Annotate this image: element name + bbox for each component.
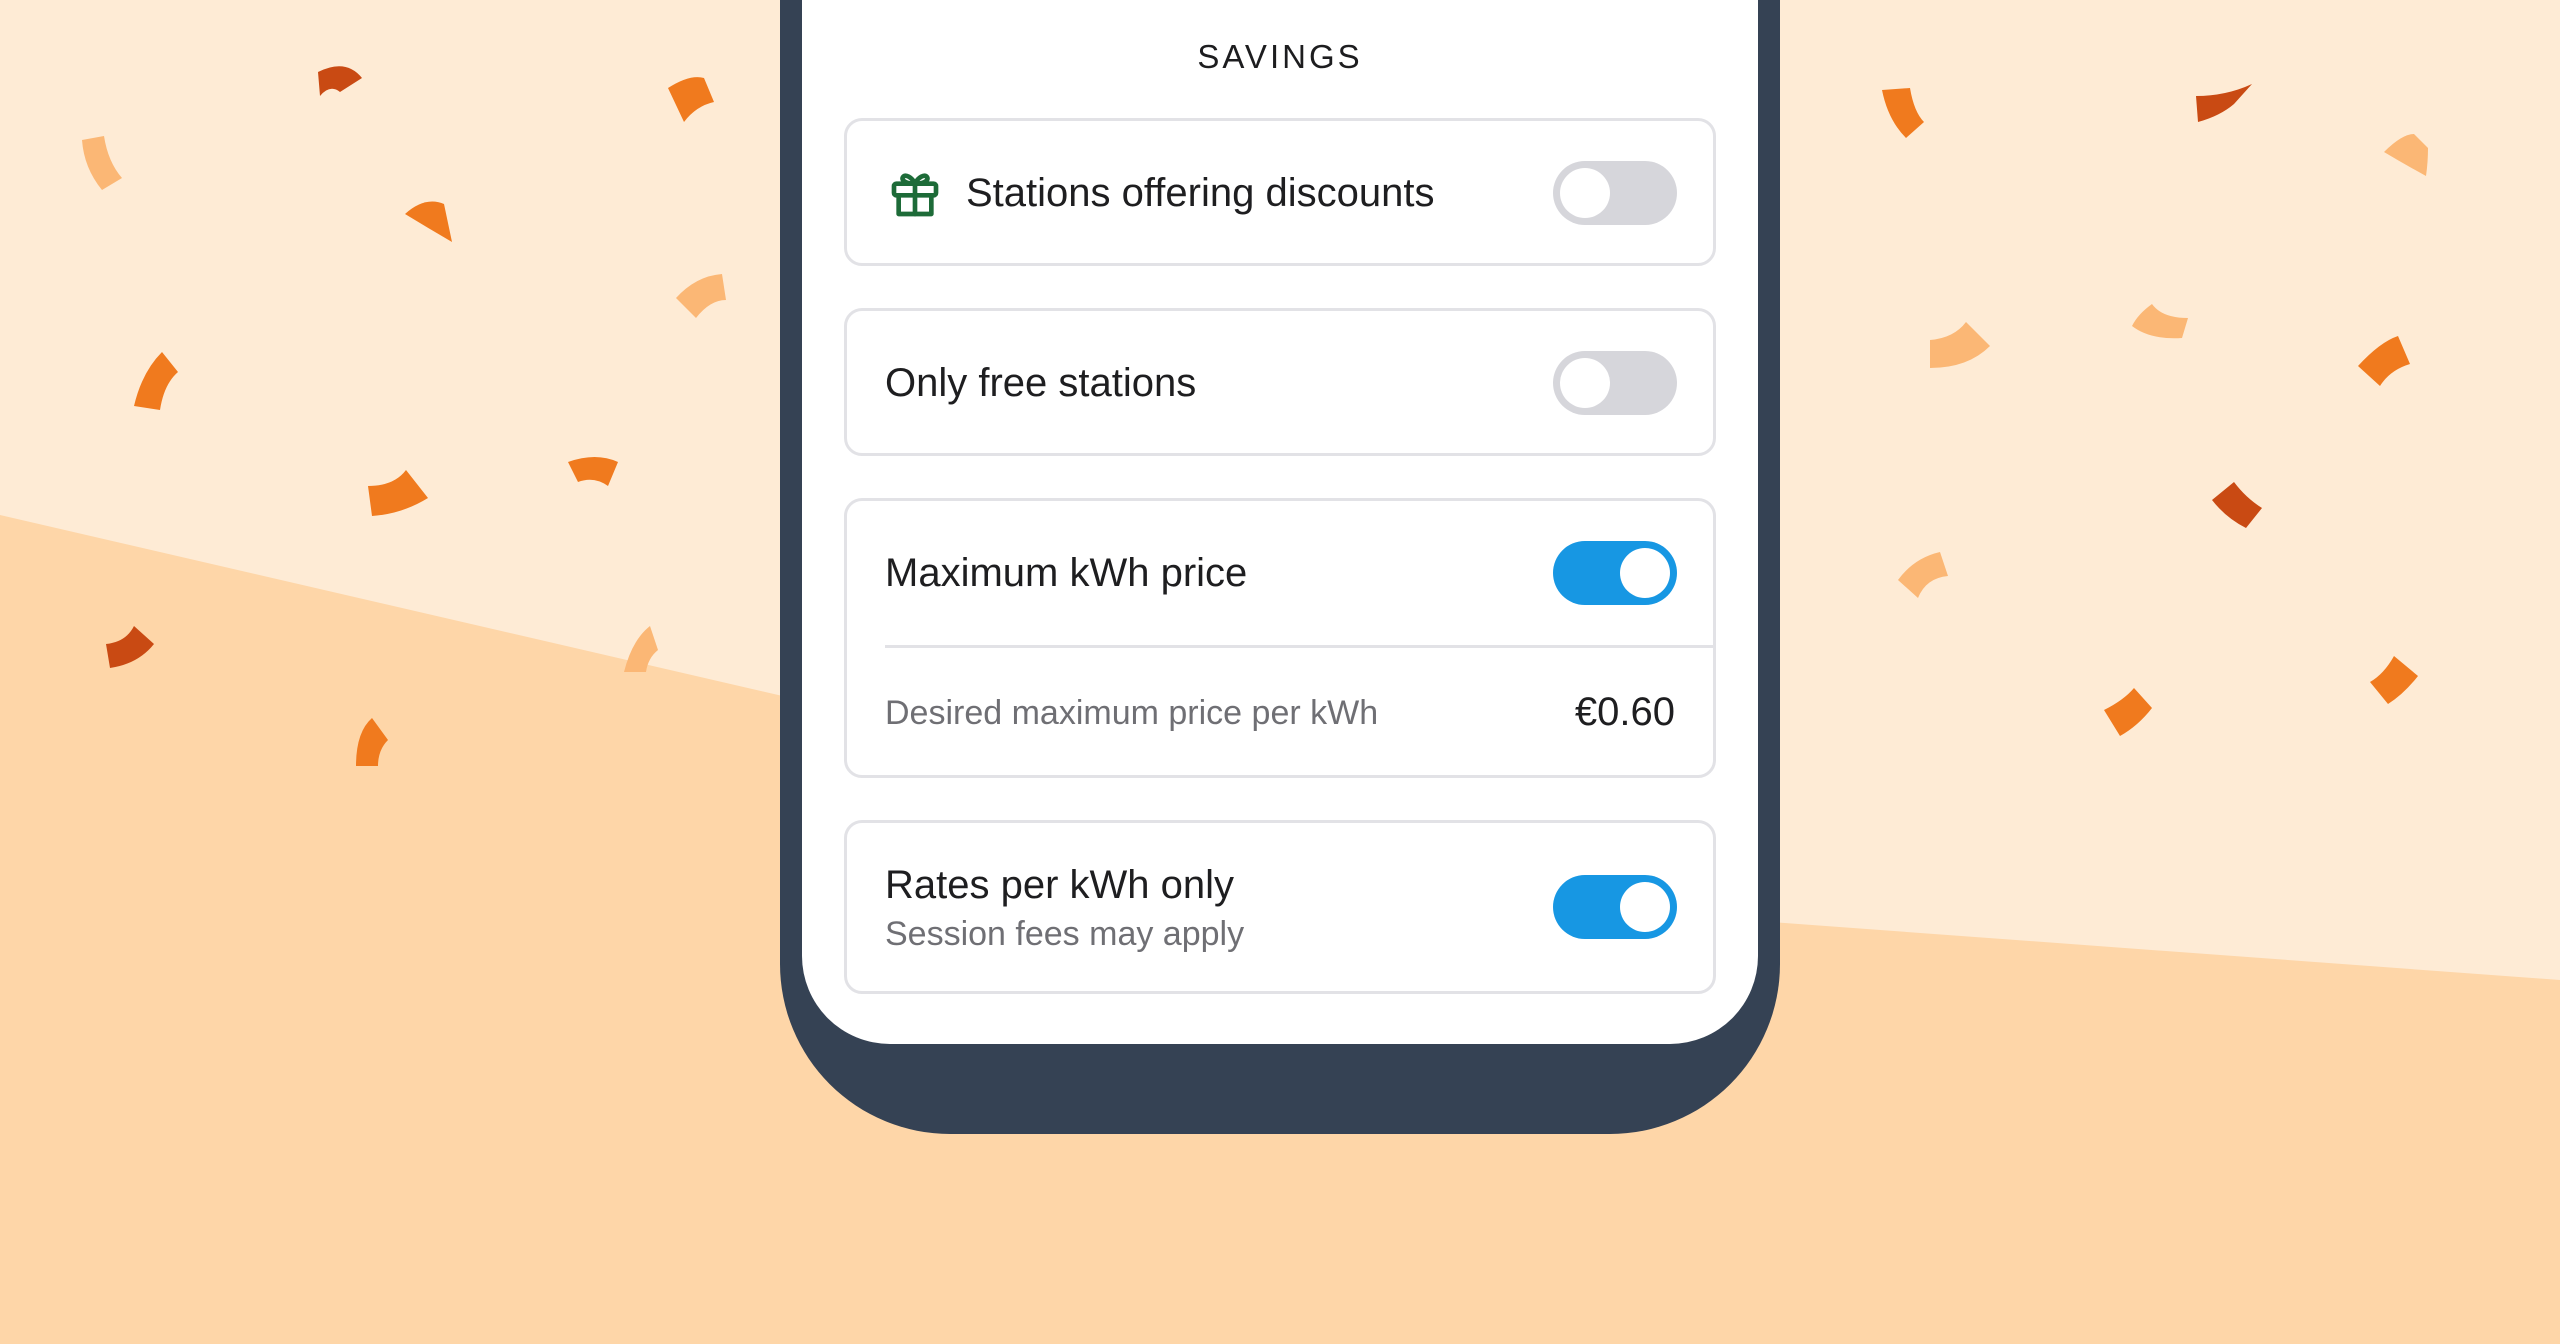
desired-max-price-value: €0.60: [1574, 690, 1675, 734]
section-title: SAVINGS: [1197, 38, 1363, 75]
session-fees-sublabel: Session fees may apply: [885, 915, 1245, 953]
filter-card-discounts: Stations offering discounts: [844, 118, 1716, 266]
discounts-toggle[interactable]: [1553, 161, 1677, 225]
toggle-knob: [1620, 882, 1670, 932]
filter-card-max-price: Maximum kWh price Desired maximum price …: [844, 498, 1716, 778]
rates-per-kwh-label: Rates per kWh only: [885, 863, 1235, 907]
gift-icon: [891, 173, 939, 217]
filter-card-free: Only free stations: [844, 308, 1716, 456]
desired-max-price-label: Desired maximum price per kWh: [885, 694, 1379, 732]
max-price-detail-row[interactable]: Desired maximum price per kWh €0.60: [847, 648, 1713, 775]
discounts-label: Stations offering discounts: [966, 171, 1435, 215]
free-stations-label: Only free stations: [885, 361, 1197, 405]
toggle-knob: [1620, 548, 1670, 598]
toggle-knob: [1560, 168, 1610, 218]
max-price-toggle[interactable]: [1553, 541, 1677, 605]
filter-card-rates-per-kwh: Rates per kWh only Session fees may appl…: [844, 820, 1716, 994]
max-price-label: Maximum kWh price: [885, 551, 1248, 595]
rates-per-kwh-toggle[interactable]: [1553, 875, 1677, 939]
free-stations-toggle[interactable]: [1553, 351, 1677, 415]
toggle-knob: [1560, 358, 1610, 408]
